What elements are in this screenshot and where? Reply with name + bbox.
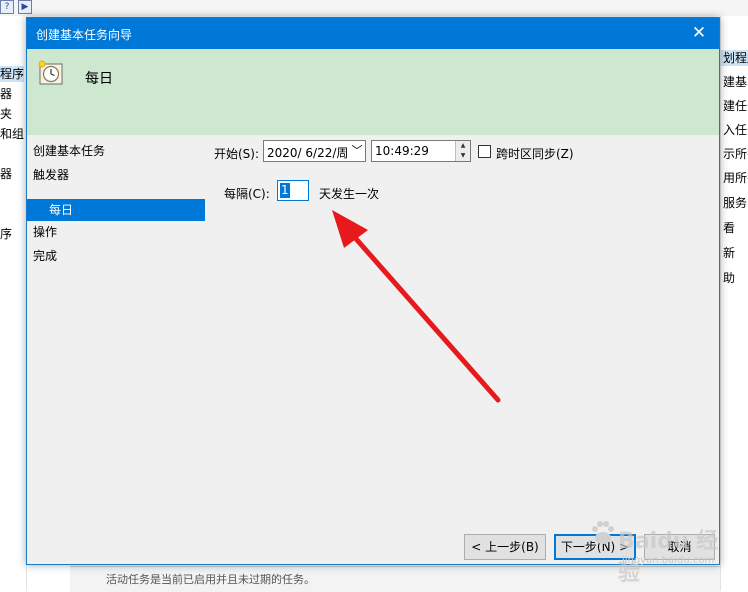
start-date-value: 2020/ 6/22/周 bbox=[267, 146, 349, 160]
spin-down-icon[interactable]: ▼ bbox=[455, 151, 470, 161]
bg-action-item[interactable]: 看 bbox=[723, 220, 735, 236]
bg-left-item[interactable]: 程序 bbox=[0, 66, 25, 82]
bg-left-item[interactable]: 和组 bbox=[0, 126, 24, 142]
console-icon[interactable]: ▶ bbox=[18, 0, 32, 14]
bg-action-item[interactable]: 服务 bbox=[723, 195, 747, 211]
interval-suffix: 天发生一次 bbox=[319, 187, 380, 201]
window-title: 创建基本任务向导 bbox=[36, 28, 133, 42]
background-left-pane: 程序 器 夹 和组 器 序 bbox=[0, 16, 27, 591]
step-trigger[interactable]: 触发器 bbox=[33, 164, 69, 186]
bg-action-item[interactable]: 助 bbox=[723, 270, 735, 286]
background-toolbar: ? ▶ bbox=[0, 0, 748, 16]
bg-action-item[interactable]: 新 bbox=[723, 245, 735, 261]
create-basic-task-wizard: 创建基本任务向导 ✕ 每日 创建基本任务 触发器 每日 操作 完成 开始(S):… bbox=[26, 17, 720, 565]
bg-action-item[interactable]: 建任务 bbox=[723, 98, 748, 114]
back-button[interactable]: < 上一步(B) bbox=[464, 534, 546, 560]
help-icon[interactable]: ? bbox=[0, 0, 14, 14]
start-date-picker[interactable]: 2020/ 6/22/周 ﹀ bbox=[263, 140, 366, 162]
close-icon[interactable]: ✕ bbox=[679, 18, 719, 49]
start-label: 开始(S): bbox=[214, 147, 260, 161]
background-status-text: 活动任务是当前已启用并且未过期的任务。 bbox=[106, 573, 315, 586]
bg-left-item[interactable]: 夹 bbox=[0, 106, 12, 122]
clock-icon bbox=[38, 60, 63, 85]
wizard-header: 每日 bbox=[27, 49, 719, 135]
page-title: 每日 bbox=[85, 71, 113, 87]
bg-action-item[interactable]: 入任务 bbox=[723, 122, 748, 138]
bg-action-item[interactable]: 用所有 bbox=[723, 170, 748, 186]
interval-days-value: 1 bbox=[280, 183, 290, 198]
bg-left-item[interactable]: 器 bbox=[0, 166, 12, 182]
step-daily[interactable]: 每日 bbox=[27, 199, 205, 221]
interval-label: 每隔(C): bbox=[224, 187, 270, 201]
bg-action-item: 划程序 bbox=[721, 50, 748, 66]
step-finish[interactable]: 完成 bbox=[33, 245, 57, 267]
title-bar[interactable]: 创建基本任务向导 ✕ bbox=[27, 18, 719, 49]
start-time-picker[interactable]: 10:49:29 ▲ ▼ bbox=[371, 140, 471, 162]
sync-timezones-checkbox[interactable] bbox=[478, 145, 491, 158]
bg-left-item[interactable]: 序 bbox=[0, 226, 12, 242]
start-time-value: 10:49:29 bbox=[375, 144, 429, 158]
interval-days-input[interactable]: 1 bbox=[277, 180, 309, 201]
wizard-steps: 创建基本任务 触发器 每日 操作 完成 bbox=[27, 135, 205, 555]
chevron-down-icon[interactable]: ﹀ bbox=[349, 141, 365, 161]
step-create-basic-task[interactable]: 创建基本任务 bbox=[33, 140, 105, 162]
step-action[interactable]: 操作 bbox=[33, 221, 57, 243]
baidu-watermark: Baidu 经验 jingyan.baidu.com bbox=[588, 508, 738, 586]
bg-action-item[interactable]: 示所有 bbox=[723, 146, 748, 162]
bg-left-item[interactable]: 器 bbox=[0, 86, 12, 102]
watermark-sub: jingyan.baidu.com bbox=[622, 555, 715, 566]
background-actions-pane: 划程序 建基本 建任务 入任务 示所有 用所有 服务 看 新 助 bbox=[720, 16, 748, 591]
sync-timezones-label[interactable]: 跨时区同步(Z) bbox=[496, 145, 574, 162]
spin-up-icon[interactable]: ▲ bbox=[455, 141, 470, 151]
paw-logo-icon bbox=[592, 521, 614, 544]
bg-action-item[interactable]: 建基本 bbox=[723, 74, 748, 90]
